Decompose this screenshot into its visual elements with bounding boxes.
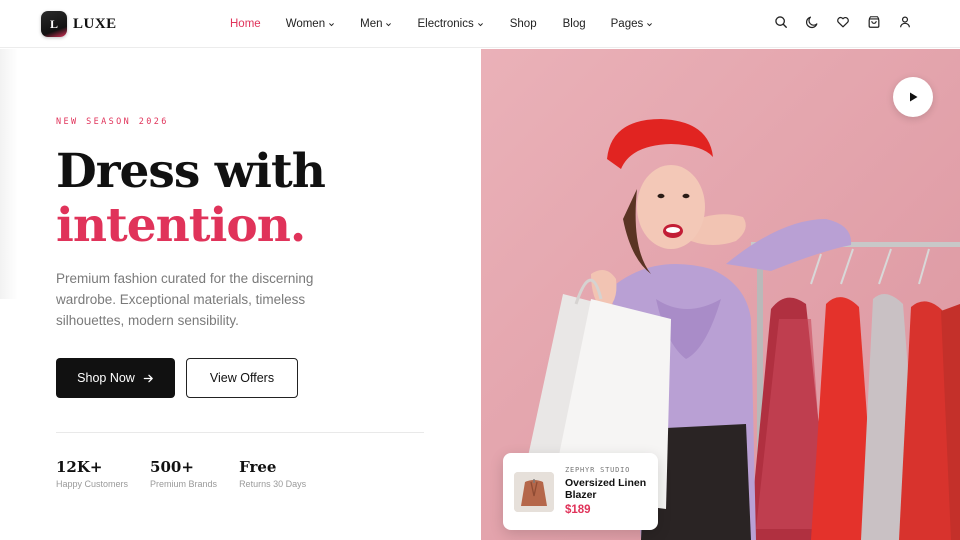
nav-item-electronics[interactable]: Electronics <box>417 18 483 30</box>
stat-label: Happy Customers <box>56 479 129 489</box>
nav-label: Pages <box>610 18 644 30</box>
featured-product-card[interactable]: ZEPHYR STUDIO Oversized Linen Blazer $18… <box>503 453 658 530</box>
play-video-button[interactable] <box>893 77 933 117</box>
hero-content: NEW SEASON 2026 Dress with intention. Pr… <box>0 49 481 540</box>
hero-eyebrow: NEW SEASON 2026 <box>56 117 169 127</box>
stat-brands: 500+ Premium Brands <box>150 457 217 489</box>
moon-icon[interactable] <box>805 15 819 29</box>
stat-label: Premium Brands <box>150 479 218 489</box>
stats-divider <box>56 432 424 433</box>
nav-label: Blog <box>562 18 586 30</box>
nav-label: Women <box>285 18 326 30</box>
nav-label: Home <box>230 18 261 30</box>
shop-now-label: Shop Now <box>77 371 135 385</box>
nav-item-women[interactable]: Women <box>286 18 335 30</box>
chevron-down-icon <box>385 21 392 28</box>
user-icon[interactable] <box>898 15 912 29</box>
product-thumbnail <box>514 472 554 512</box>
stat-value: 12K+ <box>56 458 103 476</box>
main-nav: Home Women Men Electronics Shop Blog Pag… <box>230 0 653 48</box>
stat-label: Returns 30 Days <box>239 479 307 489</box>
nav-item-men[interactable]: Men <box>360 18 392 30</box>
stat-value: Free <box>239 458 277 476</box>
nav-item-blog[interactable]: Blog <box>563 18 586 30</box>
nav-item-shop[interactable]: Shop <box>510 18 537 30</box>
product-name: Oversized Linen Blazer <box>565 477 647 501</box>
play-icon <box>907 91 919 103</box>
stat-customers: 12K+ Happy Customers <box>56 457 128 489</box>
headline-line-2: intention. <box>56 198 306 253</box>
shop-now-button[interactable]: Shop Now <box>56 358 175 398</box>
stat-returns: Free Returns 30 Days <box>239 457 306 489</box>
stats-row: 12K+ Happy Customers 500+ Premium Brands… <box>56 457 328 489</box>
arrow-right-icon <box>143 373 154 384</box>
cart-icon[interactable] <box>867 15 881 29</box>
chevron-down-icon <box>477 21 484 28</box>
chevron-down-icon <box>328 21 335 28</box>
product-price: $189 <box>565 504 591 516</box>
search-icon[interactable] <box>774 15 788 29</box>
headline-line-1: Dress with <box>56 144 326 199</box>
brand-name: LUXE <box>73 15 117 32</box>
chevron-down-icon <box>646 21 653 28</box>
heart-icon[interactable] <box>836 15 850 29</box>
nav-item-home[interactable]: Home <box>230 18 261 30</box>
nav-label: Men <box>360 18 383 30</box>
hero-headline: Dress with intention. <box>56 144 326 253</box>
stat-value: 500+ <box>150 458 194 476</box>
hero-description: Premium fashion curated for the discerni… <box>56 271 314 328</box>
nav-label: Electronics <box>417 18 474 30</box>
site-header: L LUXE Home Women Men Electronics Shop B… <box>0 0 960 48</box>
brand-logo[interactable]: L LUXE <box>41 11 117 37</box>
view-offers-button[interactable]: View Offers <box>186 358 298 398</box>
view-offers-label: View Offers <box>209 371 275 385</box>
logo-mark: L <box>41 11 67 37</box>
nav-item-pages[interactable]: Pages <box>611 18 654 30</box>
nav-label: Shop <box>509 18 537 30</box>
product-brand: ZEPHYR STUDIO <box>565 466 631 474</box>
header-actions <box>774 15 912 29</box>
